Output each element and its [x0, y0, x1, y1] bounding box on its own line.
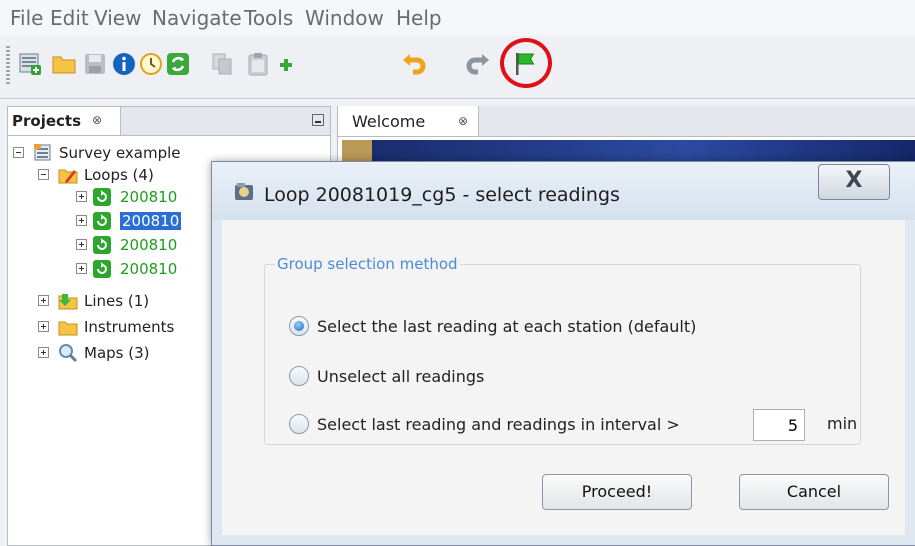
menu-file[interactable]: File: [10, 6, 43, 30]
select-readings-dialog: Loop 20081019_cg5 - select readings X Gr…: [211, 161, 915, 546]
expand-icon[interactable]: [76, 215, 87, 226]
group-selection-title: Group selection method: [277, 255, 458, 273]
lines-folder-icon: [58, 291, 78, 311]
collapse-icon[interactable]: [38, 169, 49, 180]
flag-highlight-circle: [500, 38, 552, 88]
menu-navigate[interactable]: Navigate: [152, 6, 242, 30]
info-icon[interactable]: [112, 52, 136, 76]
loop-label-selected: 200810: [120, 212, 182, 230]
tree-label: Lines (1): [84, 292, 150, 310]
loop-label: 200810: [120, 188, 178, 206]
expand-icon[interactable]: [76, 263, 87, 274]
clock-icon[interactable]: [139, 52, 163, 76]
menu-tools[interactable]: Tools: [244, 6, 293, 30]
tree-label: Survey example: [59, 144, 181, 162]
proceed-button[interactable]: Proceed!: [542, 474, 692, 510]
expand-icon[interactable]: [38, 347, 49, 358]
new-project-icon[interactable]: [18, 52, 42, 76]
paste-icon[interactable]: [246, 52, 270, 76]
loop-icon: [92, 211, 112, 231]
tab-projects[interactable]: Projects ⊗: [8, 107, 121, 135]
copy-icon[interactable]: [210, 52, 234, 76]
welcome-tab-header: Welcome ⊗: [338, 106, 915, 137]
redo-icon[interactable]: [466, 52, 490, 76]
projects-tab-label: Projects: [12, 112, 82, 130]
loops-folder-icon: [58, 165, 78, 185]
add-icon[interactable]: [279, 58, 293, 72]
projects-tab-close-icon[interactable]: ⊗: [92, 113, 102, 127]
cancel-button[interactable]: Cancel: [739, 474, 889, 510]
tree-label: Maps (3): [84, 344, 150, 362]
expand-icon[interactable]: [76, 239, 87, 250]
interval-unit-label: min: [827, 414, 858, 433]
loop-icon: [92, 259, 112, 279]
save-icon[interactable]: [83, 52, 107, 76]
welcome-tab-label: Welcome: [352, 112, 426, 131]
toolbar-grip[interactable]: [6, 46, 10, 86]
menu-edit[interactable]: Edit: [50, 6, 89, 30]
instruments-folder-icon: [58, 317, 78, 337]
tree-label: Instruments: [84, 318, 175, 336]
close-icon: X: [845, 168, 863, 193]
loop-icon: [92, 235, 112, 255]
menu-bar: File Edit View Navigate Tools Window Hel…: [0, 0, 915, 36]
menu-view[interactable]: View: [94, 6, 141, 30]
welcome-tab-close-icon[interactable]: ⊗: [458, 114, 468, 128]
option-label: Unselect all readings: [317, 367, 485, 386]
tab-welcome[interactable]: Welcome ⊗: [338, 106, 479, 136]
loop-label: 200810: [120, 260, 178, 278]
option-label: Select the last reading at each station …: [317, 317, 697, 336]
dialog-title: Loop 20081019_cg5 - select readings: [264, 184, 620, 206]
dialog-content: Group selection method Select the last r…: [222, 220, 905, 535]
loop-icon: [92, 187, 112, 207]
menu-help[interactable]: Help: [396, 6, 442, 30]
option-label: Select last reading and readings in inte…: [317, 415, 680, 434]
radio-unselect-all[interactable]: [289, 366, 309, 386]
refresh-icon[interactable]: [166, 52, 190, 76]
minimize-panel-button[interactable]: [312, 114, 324, 126]
dialog-titlebar[interactable]: Loop 20081019_cg5 - select readings X: [212, 162, 915, 220]
undo-icon[interactable]: [402, 52, 426, 76]
radio-interval[interactable]: [289, 414, 309, 434]
collapse-icon[interactable]: [13, 147, 24, 158]
app-icon: [234, 182, 254, 202]
project-icon: [33, 143, 53, 163]
maps-search-icon: [58, 343, 78, 363]
expand-icon[interactable]: [38, 321, 49, 332]
projects-tab-header: Projects ⊗: [8, 107, 330, 136]
group-selection-fieldset: Group selection method Select the last r…: [264, 255, 861, 445]
expand-icon[interactable]: [38, 295, 49, 306]
interval-input[interactable]: [753, 409, 805, 441]
loop-label: 200810: [120, 236, 178, 254]
dialog-close-button[interactable]: X: [818, 164, 890, 200]
toolbar: [0, 36, 915, 99]
open-folder-icon[interactable]: [52, 52, 76, 76]
tree-label: Loops (4): [84, 166, 154, 184]
expand-icon[interactable]: [76, 191, 87, 202]
menu-window[interactable]: Window: [305, 6, 384, 30]
radio-last-reading[interactable]: [289, 316, 309, 336]
